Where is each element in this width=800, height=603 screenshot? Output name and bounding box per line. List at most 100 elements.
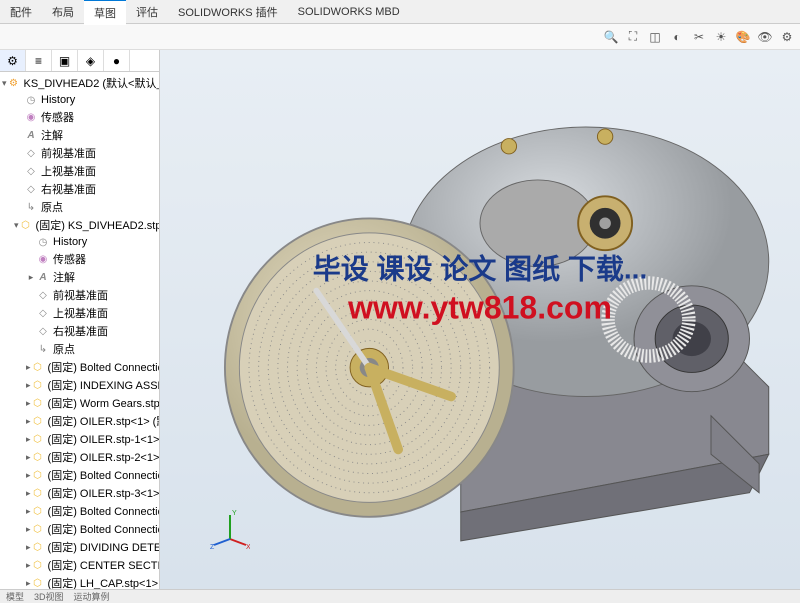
part-icon [31,468,45,482]
main-area: ⚙≡▣◈● ▾KS_DIVHEAD2 (默认<默认_显示状态History传感器… [0,50,800,589]
tree-item[interactable]: ▸(固定) LH_CAP.stp<1> (默认 [0,574,159,589]
tree-item-label: (固定) OILER.stp-3<1> (默认 [48,485,160,501]
tree-item-label: 注解 [53,269,75,285]
bottom-tab-2[interactable]: 运动算例 [74,590,110,603]
settings-icon[interactable]: ⚙ [778,28,796,46]
tree-item[interactable]: ▸(固定) OILER.stp<1> (默认< [0,412,159,430]
svg-text:Y: Y [232,510,237,517]
tree-item[interactable]: ▸(固定) OILER.stp-2<1> (默认 [0,448,159,466]
configs-icon[interactable]: ≡ [26,50,52,71]
history-icon [24,93,38,107]
tree-item-label: (固定) OILER.stp-2<1> (默认 [48,449,160,465]
tree-item-label: (固定) OILER.stp<1> (默认< [48,413,160,429]
graphics-viewport[interactable]: 毕设 课设 论文 图纸 下载... www.ytw818.com X Y Z [160,50,800,589]
tree-item-label: 前视基准面 [41,145,96,161]
ribbon-tab-2[interactable]: 草图 [84,0,126,25]
tree-item[interactable]: 前视基准面 [0,286,159,304]
tree-item[interactable]: ▸(固定) Bolted Connection_2 [0,502,159,520]
annot-icon [36,270,50,284]
view-toolbar: 🔍⛶◫◐✂☀🎨👁⚙ [0,24,800,50]
tree-item-label: 原点 [53,341,75,357]
tree-item[interactable]: History [0,92,159,108]
tree-item-label: KS_DIVHEAD2 (默认<默认_显示状态 [24,75,160,91]
tree-item[interactable]: 原点 [0,198,159,216]
asm-icon [7,76,21,90]
tree-item[interactable]: ▸(固定) Bolted Connection_1 [0,466,159,484]
tree-item[interactable]: ▾KS_DIVHEAD2 (默认<默认_显示状态 [0,74,159,92]
tree-item[interactable]: ▸ 注解 [0,268,159,286]
tree-item-label: (固定) Bolted Connection_1 [48,467,160,483]
tree-item-label: 前视基准面 [53,287,108,303]
part-icon [31,432,45,446]
part-icon [31,378,45,392]
hide-show-icon[interactable]: 👁 [756,28,774,46]
tree-item-label: (固定) Bolted Connection_3 [48,521,160,537]
tree-item-label: 传感器 [41,109,74,125]
tree-item-label: 注解 [41,127,63,143]
tree-item-label: (固定) LH_CAP.stp<1> (默认 [48,575,160,589]
tree-item[interactable]: 右视基准面 [0,322,159,340]
layers-icon[interactable]: ◈ [78,50,104,71]
section-icon[interactable]: ✂ [690,28,708,46]
annot-icon [24,128,38,142]
zoom-fit-icon[interactable]: 🔍 [602,28,620,46]
tree-tab-bar: ⚙≡▣◈● [0,50,159,72]
tree-item[interactable]: ▸(固定) Worm Gears.stp<1> [0,394,159,412]
tree-item[interactable]: ▸(固定) OILER.stp-1<1> (默认 [0,430,159,448]
bottom-tab-1[interactable]: 3D视图 [34,590,64,603]
ribbon-tab-1[interactable]: 布局 [42,0,84,24]
origin-icon [24,200,38,214]
zoom-area-icon[interactable]: ⛶ [624,28,642,46]
tree-item[interactable]: 右视基准面 [0,180,159,198]
ribbon-tab-4[interactable]: SOLIDWORKS 插件 [168,0,288,24]
tree-item[interactable]: ▸(固定) INDEXING ASSEMBL [0,376,159,394]
tree-item[interactable]: ▸(固定) OILER.stp-3<1> (默认 [0,484,159,502]
feature-manager-tree[interactable]: ⚙≡▣◈● ▾KS_DIVHEAD2 (默认<默认_显示状态History传感器… [0,50,160,589]
tree-item[interactable]: ▸(固定) CENTER SECTION2.s [0,556,159,574]
part-icon [31,396,45,410]
part-icon [31,450,45,464]
tree-item[interactable]: ▸(固定) Bolted Connection_3 [0,520,159,538]
tree-item-label: 传感器 [53,251,86,267]
tree-item-label: (固定) CENTER SECTION2.s [48,557,160,573]
bottom-tab-0[interactable]: 模型 [6,590,24,603]
ribbon-tab-5[interactable]: SOLIDWORKS MBD [288,2,410,22]
tree-item[interactable]: History [0,234,159,250]
tree-item-label: History [53,236,87,248]
render-icon[interactable]: ● [104,50,130,71]
tree-item[interactable]: 前视基准面 [0,144,159,162]
edit-appearance-icon[interactable]: 🎨 [734,28,752,46]
tree-item[interactable]: 上视基准面 [0,162,159,180]
tree-item-label: 上视基准面 [41,163,96,179]
tree-item[interactable]: 原点 [0,340,159,358]
tree-item[interactable]: ▸(固定) Bolted Connection.st [0,358,159,376]
tree-item[interactable]: ▸(固定) DIVIDING DETENT.s [0,538,159,556]
tree-item[interactable]: 传感器 [0,108,159,126]
view-orientation-icon[interactable]: ◫ [646,28,664,46]
ribbon-tab-3[interactable]: 评估 [126,0,168,24]
tree-item[interactable]: ▾(固定) KS_DIVHEAD2.stp<1> (默 [0,216,159,234]
tree-item-label: (固定) KS_DIVHEAD2.stp<1> (默 [36,217,160,233]
tree-item-label: (固定) OILER.stp-1<1> (默认 [48,431,160,447]
scene-icon[interactable]: ☀ [712,28,730,46]
display-style-icon[interactable]: ◐ [668,28,686,46]
ribbon-tab-0[interactable]: 配件 [0,0,42,24]
tree-item-label: (固定) INDEXING ASSEMBL [48,377,160,393]
plane-icon [36,324,50,338]
tree-item[interactable]: 上视基准面 [0,304,159,322]
tree-item-label: (固定) Bolted Connection_2 [48,503,160,519]
origin-icon [36,342,50,356]
tree-content: ▾KS_DIVHEAD2 (默认<默认_显示状态History传感器注解前视基准… [0,72,159,589]
tree-expander-icon[interactable]: ▸ [26,272,36,283]
display-icon[interactable]: ▣ [52,50,78,71]
tree-item[interactable]: 注解 [0,126,159,144]
orientation-triad[interactable]: X Y Z [210,509,250,549]
bottom-tab-bar: 模型 3D视图运动算例 [0,589,800,603]
tree-item-label: (固定) Worm Gears.stp<1> [48,395,160,411]
assembly-icon[interactable]: ⚙ [0,50,26,71]
tree-item[interactable]: 传感器 [0,250,159,268]
tree-item-label: 原点 [41,199,63,215]
part-icon [31,414,45,428]
part-icon [19,218,33,232]
sensor-icon [36,252,50,266]
